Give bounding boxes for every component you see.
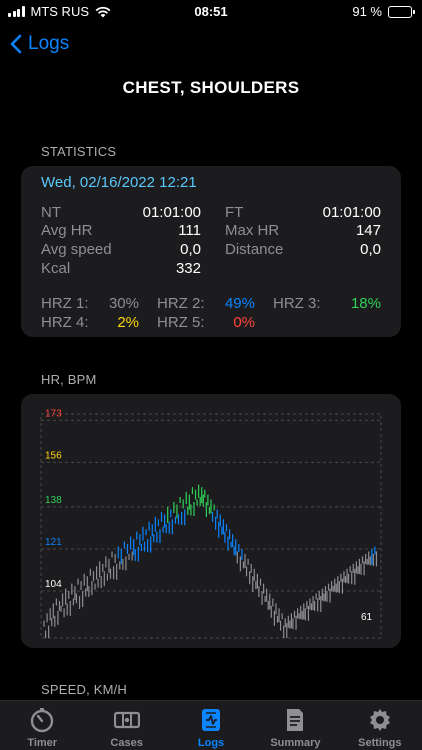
- stat-label-nt: NT: [41, 204, 61, 221]
- y-tick-label: 104: [45, 579, 62, 590]
- tab-logs[interactable]: Logs: [169, 701, 253, 750]
- zone-value-hrz1: 30%: [108, 295, 139, 312]
- zone-value-hrz5: 0%: [233, 314, 255, 331]
- speed-section-label: SPEED, KM/H: [41, 682, 127, 697]
- tab-summary[interactable]: Summary: [253, 701, 337, 750]
- settings-icon: [369, 709, 390, 731]
- chart-frame: [40, 413, 382, 639]
- tab-bar: Timer Cases Logs Summary Settings: [0, 700, 422, 750]
- hr-section-label: HR, BPM: [41, 372, 97, 387]
- battery-percent: 91 %: [352, 4, 382, 19]
- summary-icon: [287, 709, 304, 731]
- tab-label: Settings: [358, 737, 402, 749]
- zone-label-hrz3: HRZ 3:: [273, 295, 321, 312]
- tab-label: Summary: [270, 737, 321, 749]
- tab-label: Logs: [197, 737, 225, 749]
- tab-cases[interactable]: Cases: [84, 701, 168, 750]
- status-bar: MTS RUS 08:51 91 %: [0, 0, 422, 24]
- hr-chart: 173 156 138 121 104 61: [40, 408, 382, 639]
- statistics-section-label: STATISTICS: [41, 144, 117, 159]
- stat-value-nt: 01:01:00: [142, 204, 201, 221]
- min-hr-label: 61: [361, 612, 373, 623]
- y-tick-label: 173: [45, 408, 62, 419]
- stat-value-distance: 0,0: [360, 241, 381, 258]
- stat-value-max-hr: 147: [355, 222, 381, 239]
- zone-value-hrz2: 49%: [224, 295, 255, 312]
- zone-value-hrz3: 18%: [350, 295, 381, 312]
- y-tick-label: 138: [45, 495, 62, 506]
- stat-value-kcal: 332: [175, 260, 201, 277]
- tab-settings[interactable]: Settings: [338, 701, 422, 750]
- stat-value-ft: 01:01:00: [322, 204, 381, 221]
- tab-label: Cases: [110, 737, 143, 749]
- stat-value-avg-hr: 111: [178, 222, 201, 239]
- zone-label-hrz1: HRZ 1:: [41, 295, 89, 312]
- stat-label-max-hr: Max HR: [225, 222, 280, 239]
- stat-label-avg-speed: Avg speed: [41, 241, 112, 258]
- page-title: CHEST, SHOULDERS: [122, 78, 300, 97]
- stat-label-kcal: Kcal: [41, 260, 71, 277]
- chevron-left-icon: [10, 34, 22, 54]
- y-tick-label: 156: [45, 450, 62, 461]
- battery-icon: [388, 5, 415, 18]
- cases-icon: [113, 711, 140, 729]
- stat-label-avg-hr: Avg HR: [41, 222, 93, 239]
- zone-label-hrz4: HRZ 4:: [41, 314, 89, 331]
- tab-label: Timer: [27, 737, 58, 749]
- tab-timer[interactable]: Timer: [0, 701, 84, 750]
- hr-chart-card: 173 156 138 121 104 61: [21, 394, 401, 648]
- zone-label-hrz5: HRZ 5:: [157, 314, 205, 331]
- zone-label-hrz2: HRZ 2:: [157, 295, 205, 312]
- zone-value-hrz4: 2%: [117, 314, 139, 331]
- stat-label-distance: Distance: [225, 241, 284, 258]
- workout-date: Wed, 02/16/2022 12:21: [41, 174, 197, 191]
- back-label: Logs: [28, 33, 70, 54]
- stat-label-ft: FT: [225, 204, 244, 221]
- stat-value-avg-speed: 0,0: [180, 241, 201, 258]
- y-tick-label: 121: [45, 537, 62, 548]
- timer-icon: [31, 708, 54, 733]
- statistics-card: Wed, 02/16/2022 12:21 NT 01:01:00 FT 01:…: [21, 166, 401, 337]
- back-button[interactable]: Logs: [10, 28, 69, 60]
- logs-icon: [202, 709, 221, 731]
